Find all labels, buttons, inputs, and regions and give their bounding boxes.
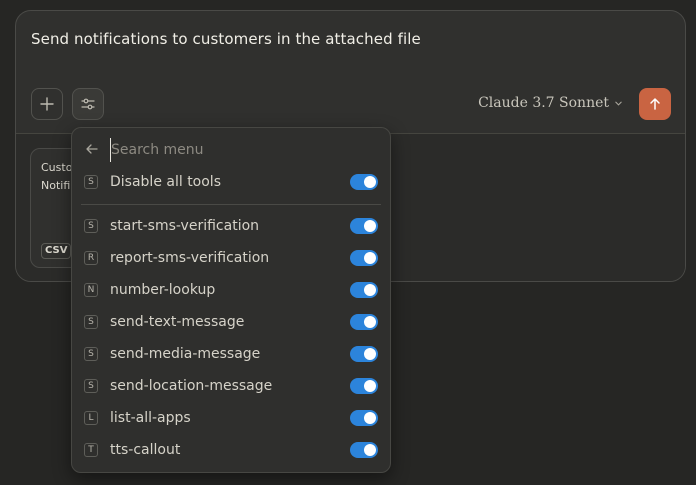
menu-separator [81, 204, 381, 205]
tool-label: number-lookup [110, 282, 216, 298]
model-name: Claude 3.7 Sonnet [478, 95, 609, 111]
plus-icon [40, 97, 54, 111]
tool-letter-badge: S [84, 379, 98, 393]
tool-label: list-all-apps [110, 410, 191, 426]
tool-label: send-media-message [110, 346, 261, 362]
search-row [72, 138, 390, 162]
tool-label: start-sms-verification [110, 218, 260, 234]
tool-letter-badge: S [84, 175, 98, 189]
tool-toggle[interactable] [350, 442, 378, 458]
search-menu-input[interactable] [110, 138, 371, 162]
disable-all-tools-toggle[interactable] [350, 174, 378, 190]
tool-row-start-sms-verification[interactable]: S start-sms-verification [72, 212, 390, 240]
model-selector[interactable]: Claude 3.7 Sonnet [478, 95, 623, 111]
arrow-up-icon [650, 98, 660, 110]
chevron-down-icon [615, 101, 622, 106]
tool-letter-badge: R [84, 251, 98, 265]
tool-row-send-location-message[interactable]: S send-location-message [72, 372, 390, 400]
add-attachment-button[interactable] [31, 88, 63, 120]
tool-toggle[interactable] [350, 410, 378, 426]
arrow-left-icon[interactable] [85, 142, 99, 156]
tools-menu-button[interactable] [72, 88, 104, 120]
tool-label: send-text-message [110, 314, 245, 330]
tool-toggle[interactable] [350, 346, 378, 362]
tool-toggle[interactable] [350, 282, 378, 298]
tool-row-send-media-message[interactable]: S send-media-message [72, 340, 390, 368]
tool-label: send-location-message [110, 378, 273, 394]
tool-letter-badge: S [84, 347, 98, 361]
tool-toggle[interactable] [350, 218, 378, 234]
tool-row-send-text-message[interactable]: S send-text-message [72, 308, 390, 336]
tool-toggle[interactable] [350, 378, 378, 394]
tool-label: tts-callout [110, 442, 181, 458]
send-button[interactable] [639, 88, 671, 120]
tool-letter-badge: T [84, 443, 98, 457]
tool-row-report-sms-verification[interactable]: R report-sms-verification [72, 244, 390, 272]
tool-label: report-sms-verification [110, 250, 270, 266]
tool-row-tts-callout[interactable]: T tts-callout [72, 436, 390, 464]
tools-menu: S Disable all tools S start-sms-verifica… [71, 127, 391, 473]
file-type-badge: CSV [41, 243, 72, 259]
tool-letter-badge: L [84, 411, 98, 425]
tool-letter-badge: N [84, 283, 98, 297]
tool-toggle[interactable] [350, 314, 378, 330]
sliders-icon [81, 98, 95, 110]
tool-row-list-all-apps[interactable]: L list-all-apps [72, 404, 390, 432]
tool-letter-badge: S [84, 219, 98, 233]
prompt-text[interactable]: Send notifications to customers in the a… [31, 30, 421, 48]
disable-all-tools-row[interactable]: S Disable all tools [72, 168, 390, 196]
disable-all-tools-label: Disable all tools [110, 174, 221, 190]
tool-row-number-lookup[interactable]: N number-lookup [72, 276, 390, 304]
tool-toggle[interactable] [350, 250, 378, 266]
tool-letter-badge: S [84, 315, 98, 329]
